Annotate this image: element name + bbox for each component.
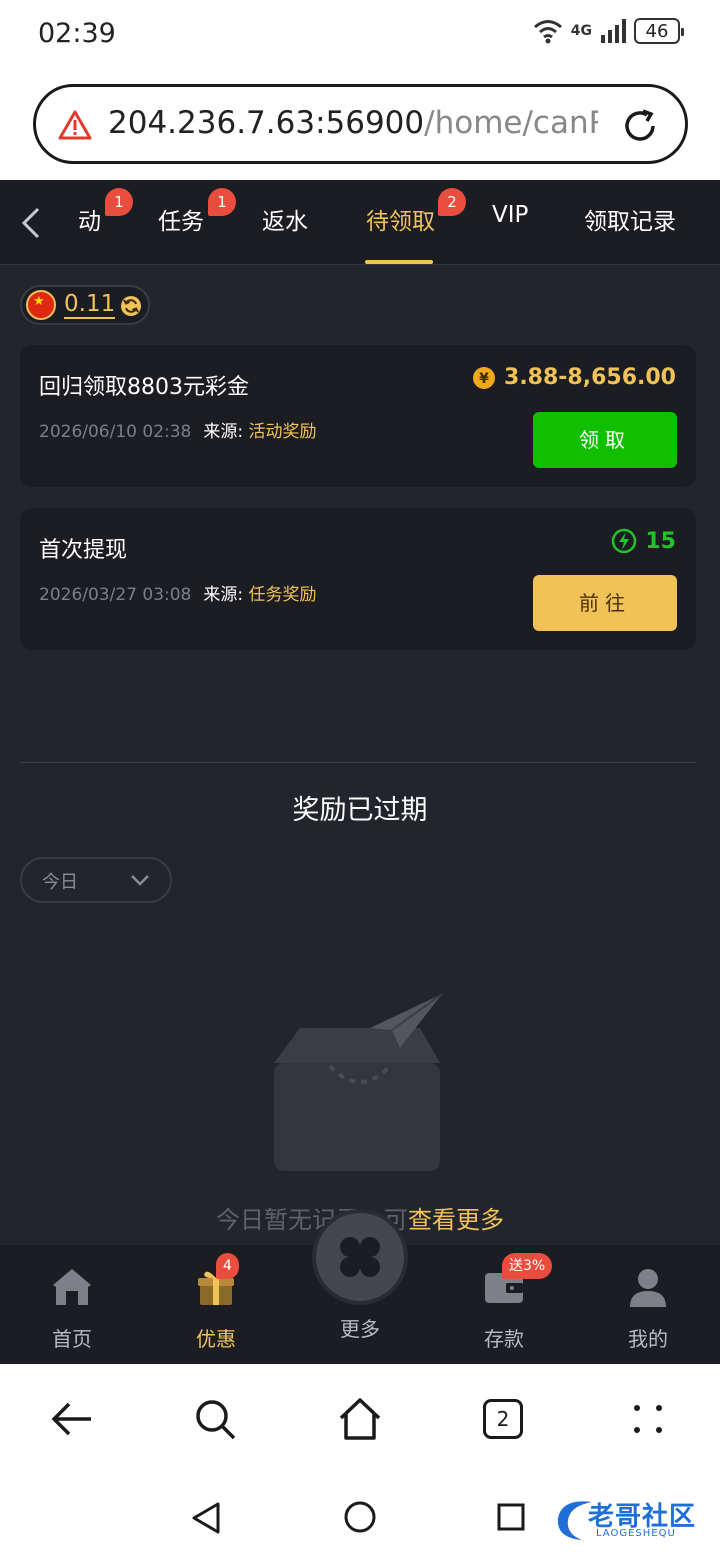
status-time: 02:39 (38, 18, 116, 49)
back-icon[interactable] (47, 1394, 97, 1444)
tab-label: VIP (492, 202, 529, 228)
browser-toolbar (0, 1364, 720, 1476)
tab-badge: 1 (105, 188, 133, 216)
status-bar: 02:39 4G 46 (0, 0, 720, 70)
signal-icon (601, 19, 626, 43)
tab-label: 待领取 (366, 209, 435, 235)
status-icons: 4G 46 (533, 18, 684, 44)
reward-source-label: 来源: (203, 422, 244, 442)
reward-meta: 2026/03/27 03:08 来源: 任务奖励 (39, 580, 317, 605)
tab-label: 返水 (262, 209, 308, 235)
nav-label: 更多 (340, 1317, 380, 1341)
reward-source-label: 来源: (203, 585, 244, 605)
nav-badge: 4 (216, 1253, 239, 1279)
reward-date: 2026/03/27 03:08 (39, 585, 192, 605)
expired-section-title: 奖励已过期 (292, 795, 428, 826)
china-flag-icon: ★ (26, 290, 56, 320)
user-icon (630, 1269, 666, 1307)
chevron-down-icon (131, 875, 149, 886)
reward-meta: 2026/06/10 02:38 来源: 活动奖励 (39, 417, 317, 442)
reward-card: 回归领取8803元彩金 ¥ 3.88-8,656.00 2026/06/10 0… (20, 345, 696, 487)
app-content: 动 1 任务 1 返水 待领取 2 VIP 领取记录 ★ 0.11 回归领取88… (0, 180, 720, 1364)
battery-indicator: 46 (634, 18, 684, 44)
tab-count-button[interactable]: 2 (483, 1399, 523, 1439)
back-arrow-icon[interactable] (18, 206, 42, 240)
tab-bar: 动 1 任务 1 返水 待领取 2 VIP 领取记录 (0, 180, 720, 265)
reward-card: 首次提现 15 2026/03/27 03:08 来源: 任务奖励 前往 (20, 508, 696, 650)
system-back-icon[interactable] (190, 1500, 222, 1536)
nav-badge: 送3% (502, 1253, 553, 1279)
nav-label: 首页 (52, 1327, 92, 1351)
tab-badge: 2 (438, 188, 466, 216)
tab-claim-history[interactable]: 领取记录 (584, 202, 676, 236)
clover-icon (340, 1237, 380, 1277)
go-button[interactable]: 前往 (533, 575, 677, 631)
view-more-link[interactable]: 查看更多 (408, 1206, 504, 1234)
tab-rebate[interactable]: 返水 (262, 202, 308, 236)
reward-source: 活动奖励 (248, 422, 317, 442)
reload-icon[interactable] (621, 107, 659, 145)
date-filter-select[interactable]: 今日 (20, 857, 172, 903)
system-home-icon[interactable] (343, 1500, 377, 1534)
nav-label: 优惠 (196, 1327, 236, 1351)
reward-title: 回归领取8803元彩金 (39, 375, 249, 400)
menu-dots-icon[interactable] (623, 1394, 673, 1444)
lightning-icon (612, 528, 637, 554)
warning-icon[interactable] (58, 109, 92, 141)
nav-profile[interactable]: 我的 (598, 1265, 698, 1352)
tab-pending[interactable]: 待领取 (366, 202, 435, 236)
wifi-icon (533, 20, 562, 44)
section-divider (20, 762, 696, 763)
network-type: 4G (570, 23, 592, 39)
reward-title: 首次提现 (39, 538, 128, 563)
nav-label: 我的 (628, 1327, 668, 1351)
balance-pill[interactable]: ★ 0.11 (20, 285, 150, 325)
reward-source: 任务奖励 (248, 585, 317, 605)
home-page-icon[interactable] (335, 1394, 385, 1444)
refresh-icon[interactable] (120, 295, 142, 317)
system-recents-icon[interactable] (496, 1502, 526, 1532)
url-path: /home/canRec (424, 105, 598, 141)
search-icon[interactable] (190, 1394, 240, 1444)
home-icon (53, 1269, 91, 1305)
reward-amount: ¥ 3.88-8,656.00 (472, 365, 676, 390)
balance-amount: 0.11 (64, 291, 116, 319)
nav-promotions[interactable]: 4 优惠 (166, 1253, 266, 1352)
url-host: 204.236.7.63:56900 (108, 105, 425, 141)
nav-deposit[interactable]: 送3% 存款 (454, 1253, 554, 1352)
tab-activity[interactable]: 动 (78, 202, 101, 236)
tab-tasks[interactable]: 任务 (158, 202, 204, 236)
reward-amount-value: 3.88-8,656.00 (504, 365, 676, 390)
reward-amount-value: 15 (645, 528, 676, 554)
watermark-subtext: LAOGESHEQU (596, 1528, 676, 1539)
date-filter-value: 今日 (42, 872, 78, 893)
active-tab-indicator (365, 260, 433, 264)
bottom-navigation: 首页 4 优惠 更多 送3% 存款 我的 (0, 1209, 720, 1364)
yen-coin-icon: ¥ (473, 366, 496, 389)
reward-amount: 15 (611, 528, 676, 554)
watermark-logo: 老哥社区 LAOGESHEQU (552, 1490, 708, 1546)
nav-more-button[interactable] (312, 1209, 408, 1305)
nav-home[interactable]: 首页 (22, 1265, 122, 1352)
tab-label: 任务 (158, 209, 204, 235)
url-text[interactable]: 204.236.7.63:56900/home/canRec (108, 105, 598, 145)
nav-label: 存款 (484, 1327, 524, 1351)
tab-label: 领取记录 (584, 209, 676, 235)
reward-date: 2026/06/10 02:38 (39, 422, 192, 442)
tab-badge: 1 (208, 188, 236, 216)
empty-box-illustration (274, 993, 443, 1171)
tab-vip[interactable]: VIP (492, 202, 528, 228)
svg-text:¥: ¥ (479, 371, 489, 387)
tab-label: 动 (78, 209, 101, 235)
address-bar[interactable]: 204.236.7.63:56900/home/canRec (33, 84, 688, 164)
claim-button[interactable]: 领取 (533, 412, 677, 468)
